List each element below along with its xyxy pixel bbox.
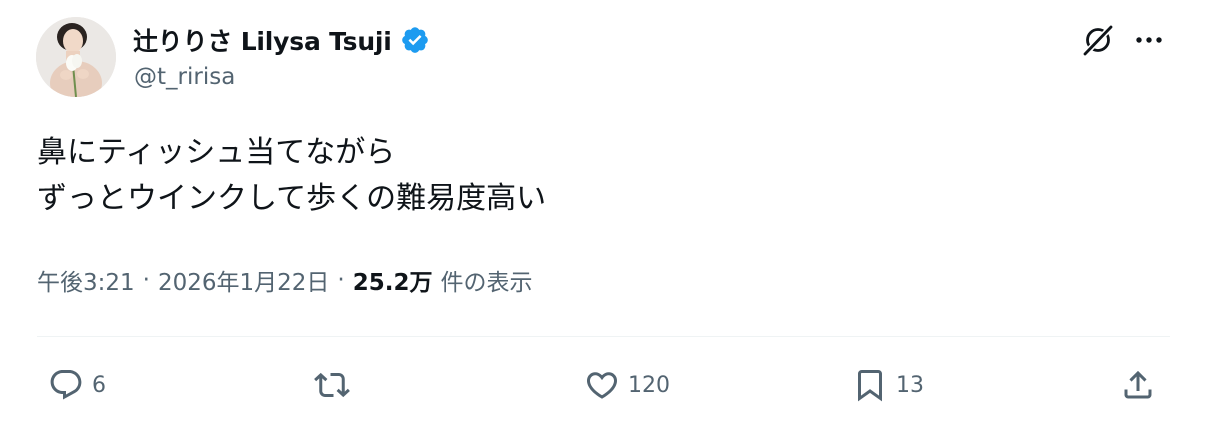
tweet-card: 辻りりさ Lilysa Tsuji @t_ririsa 鼻にティッシュ当てながら… xyxy=(0,0,1213,429)
tweet-time[interactable]: 午後3:21 xyxy=(37,263,135,297)
heart-icon[interactable] xyxy=(582,365,622,405)
reply-icon[interactable] xyxy=(46,365,86,405)
meta-separator: · xyxy=(142,267,150,293)
divider xyxy=(37,336,1170,337)
verified-badge-icon[interactable] xyxy=(400,25,430,55)
avatar[interactable] xyxy=(36,17,116,97)
meta-separator: · xyxy=(337,267,345,293)
bookmark-icon[interactable] xyxy=(850,365,890,405)
grok-icon[interactable] xyxy=(1077,19,1119,61)
tweet-date[interactable]: 2026年1月22日 xyxy=(158,263,329,297)
author-name-row[interactable]: 辻りりさ Lilysa Tsuji xyxy=(133,21,430,59)
tweet-text: 鼻にティッシュ当てながら ずっとウインクして歩くの難易度高い xyxy=(37,130,1157,222)
views-label: 件の表示 xyxy=(440,270,533,296)
avatar-photo xyxy=(36,17,116,97)
like-count: 120 xyxy=(628,372,670,398)
author-display-name[interactable]: 辻りりさ Lilysa Tsuji xyxy=(133,22,392,58)
more-icon[interactable] xyxy=(1128,19,1170,61)
views-count[interactable]: 25.2万 xyxy=(353,263,433,297)
share-button[interactable] xyxy=(1118,362,1164,408)
share-icon[interactable] xyxy=(1118,365,1158,405)
reply-count: 6 xyxy=(92,372,106,398)
bookmark-count: 13 xyxy=(896,372,924,398)
retweet-icon[interactable] xyxy=(312,365,352,405)
bookmark-button[interactable]: 13 xyxy=(850,362,924,408)
tweet-meta: 午後3:21 · 2026年1月22日 · 25.2万 件の表示 xyxy=(37,262,532,298)
retweet-button[interactable] xyxy=(312,362,358,408)
reply-button[interactable]: 6 xyxy=(46,362,106,408)
tweet-text-line: ずっとウインクして歩くの難易度高い xyxy=(37,181,547,216)
like-button[interactable]: 120 xyxy=(582,362,670,408)
author-handle[interactable]: @t_ririsa xyxy=(134,64,235,90)
tweet-text-line: 鼻にティッシュ当てながら xyxy=(37,135,396,170)
